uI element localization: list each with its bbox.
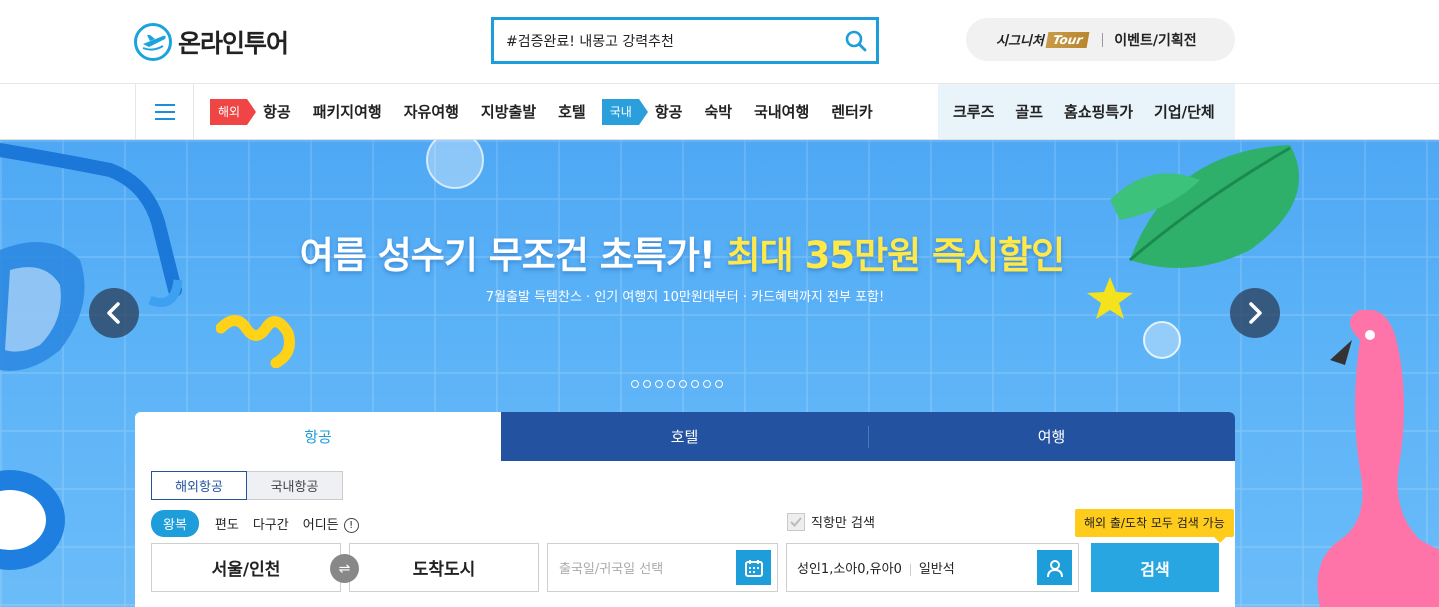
hero-title: 여름 성수기 무조건 초특가! 최대 35만원 즉시할인 [0,225,1364,279]
yellow-squiggle-icon [216,315,295,368]
passenger-summary: 성인1,소아0,유아0 일반석 [797,558,955,577]
nav-bar: 해외 항공 패키지여행 자유여행 지방출발 호텔 국내 항공 숙박 국내여행 렌… [135,84,1235,139]
nav-golf[interactable]: 골프 [1015,101,1043,122]
slide-dot[interactable] [655,380,663,388]
search-button[interactable] [836,21,876,61]
tab-travel-label: 여행 [1037,428,1066,446]
hero-title-main: 여름 성수기 무조건 초특가! [299,234,716,277]
slide-dot[interactable] [703,380,711,388]
anywhere-label: 어디든 [302,518,339,533]
checkbox-icon [787,512,805,531]
tab-divider [868,426,869,448]
slide-dot[interactable] [679,380,687,388]
logo-text: 온라인투어 [178,29,289,58]
person-icon [1046,559,1063,577]
main-nav: 해외 항공 패키지여행 자유여행 지방출발 호텔 국내 항공 숙박 국내여행 렌… [0,84,1439,140]
hero-title-highlight: 최대 35만원 즉시할인 [726,234,1066,277]
trip-type-options: 왕복 편도 다구간 어디든! [151,510,359,537]
nav-overseas-flight[interactable]: 항공 [263,101,291,122]
nav-regional-departure[interactable]: 지방출발 [481,101,536,122]
slide-pagination [631,380,723,388]
departure-field[interactable]: 서울/인천 [151,543,341,592]
bubble-icon [426,140,484,189]
arrival-field[interactable]: 도착도시 [349,543,539,592]
hamburger-icon [154,103,175,106]
search-tooltip: 해외 출/도착 모두 검색 가능 [1075,509,1234,543]
nav-free-travel[interactable]: 자유여행 [404,101,459,122]
domestic-tag: 국내 [601,98,648,125]
site-header: 온라인투어 시그니처 Tour 이벤트/기획전 [0,0,1439,84]
cabin-class: 일반석 [918,562,955,577]
nav-cruise[interactable]: 크루즈 [953,101,994,122]
hamburger-menu-button[interactable] [136,84,194,139]
flight-search-button[interactable]: 검색 [1091,543,1219,592]
float-ring-icon [0,470,65,570]
bubble-small-icon [1143,321,1181,359]
chevron-left-icon [107,302,120,324]
nav-right-group: 크루즈 골프 홈쇼핑특가 기업/단체 [938,84,1235,139]
flight-region-toggle: 해외항공 국내항공 [151,471,343,500]
domestic-flight-option[interactable]: 국내항공 [247,471,343,500]
slide-dot[interactable] [691,380,699,388]
slide-dot[interactable] [715,380,723,388]
nav-hotel[interactable]: 호텔 [558,101,586,122]
info-icon[interactable]: ! [343,518,359,533]
tab-flight[interactable]: 항공 [135,412,501,461]
passenger-field[interactable]: 성인1,소아0,유아0 일반석 [786,543,1079,592]
anywhere-option[interactable]: 어디든! [303,514,359,533]
date-field[interactable]: 출국일/귀국일 선택 [547,543,778,592]
swap-cities-button[interactable]: ⇌ [330,554,359,583]
signature-tour-link[interactable]: 시그니처 Tour [996,30,1090,49]
tour-badge: Tour [1045,31,1090,48]
passenger-count: 성인1,소아0,유아0 [797,562,902,577]
passenger-button[interactable] [1037,550,1072,585]
slide-dot[interactable] [667,380,675,388]
calendar-icon [744,559,763,577]
divider [1102,32,1104,47]
header-links: 시그니처 Tour 이벤트/기획전 [966,18,1235,61]
search-icon [845,30,867,51]
hero-banner[interactable]: 여름 성수기 무조건 초특가! 최대 35만원 즉시할인 7월출발 득템찬스 ·… [0,140,1439,607]
international-flight-option[interactable]: 해외항공 [151,471,247,500]
nav-lodging[interactable]: 숙박 [704,101,732,122]
search-input[interactable] [494,20,836,61]
calendar-button[interactable] [736,550,771,585]
nav-package-tour[interactable]: 패키지여행 [313,101,382,122]
next-slide-button[interactable] [1230,288,1280,338]
hero-subtitle: 7월출발 득템찬스 · 인기 여행지 10만원대부터 · 카드혜택까지 전부 포… [485,290,885,305]
airplane-logo-icon [134,23,172,61]
chevron-right-icon [1249,302,1262,324]
slide-dot[interactable] [631,380,639,388]
nav-corporate-group[interactable]: 기업/단체 [1154,101,1215,122]
departure-city: 서울/인천 [211,560,281,580]
signature-text: 시그니처 [996,34,1044,49]
search-tabs: 항공 호텔 여행 [135,412,1235,461]
overseas-tag: 해외 [210,98,257,125]
travel-search-panel: 항공 호텔 여행 해외항공 국내항공 왕복 편도 다구간 어디든! 직항만 검색 [135,412,1235,607]
nav-home-shopping[interactable]: 홈쇼핑특가 [1064,101,1133,122]
nav-domestic-flight[interactable]: 항공 [655,101,683,122]
swap-icon: ⇌ [338,560,351,577]
round-trip-option[interactable]: 왕복 [151,510,199,537]
direct-flight-label: 직항만 검색 [811,516,875,531]
arrival-city: 도착도시 [412,560,476,580]
site-logo[interactable]: 온라인투어 [134,22,289,62]
nav-domestic-travel[interactable]: 국내여행 [754,101,809,122]
slide-dot[interactable] [643,380,651,388]
search-bar [491,17,879,64]
direct-flight-checkbox[interactable]: 직항만 검색 [787,512,875,531]
tab-hotel[interactable]: 호텔 [501,412,868,461]
nav-rent-a-car[interactable]: 렌터카 [831,101,872,122]
tab-travel[interactable]: 여행 [868,412,1235,461]
event-promotion-link[interactable]: 이벤트/기획전 [1114,30,1196,50]
flamingo-float-icon [1317,310,1439,607]
date-placeholder: 출국일/귀국일 선택 [559,562,664,577]
multi-city-option[interactable]: 다구간 [253,514,289,533]
prev-slide-button[interactable] [89,288,139,338]
one-way-option[interactable]: 편도 [215,514,239,533]
